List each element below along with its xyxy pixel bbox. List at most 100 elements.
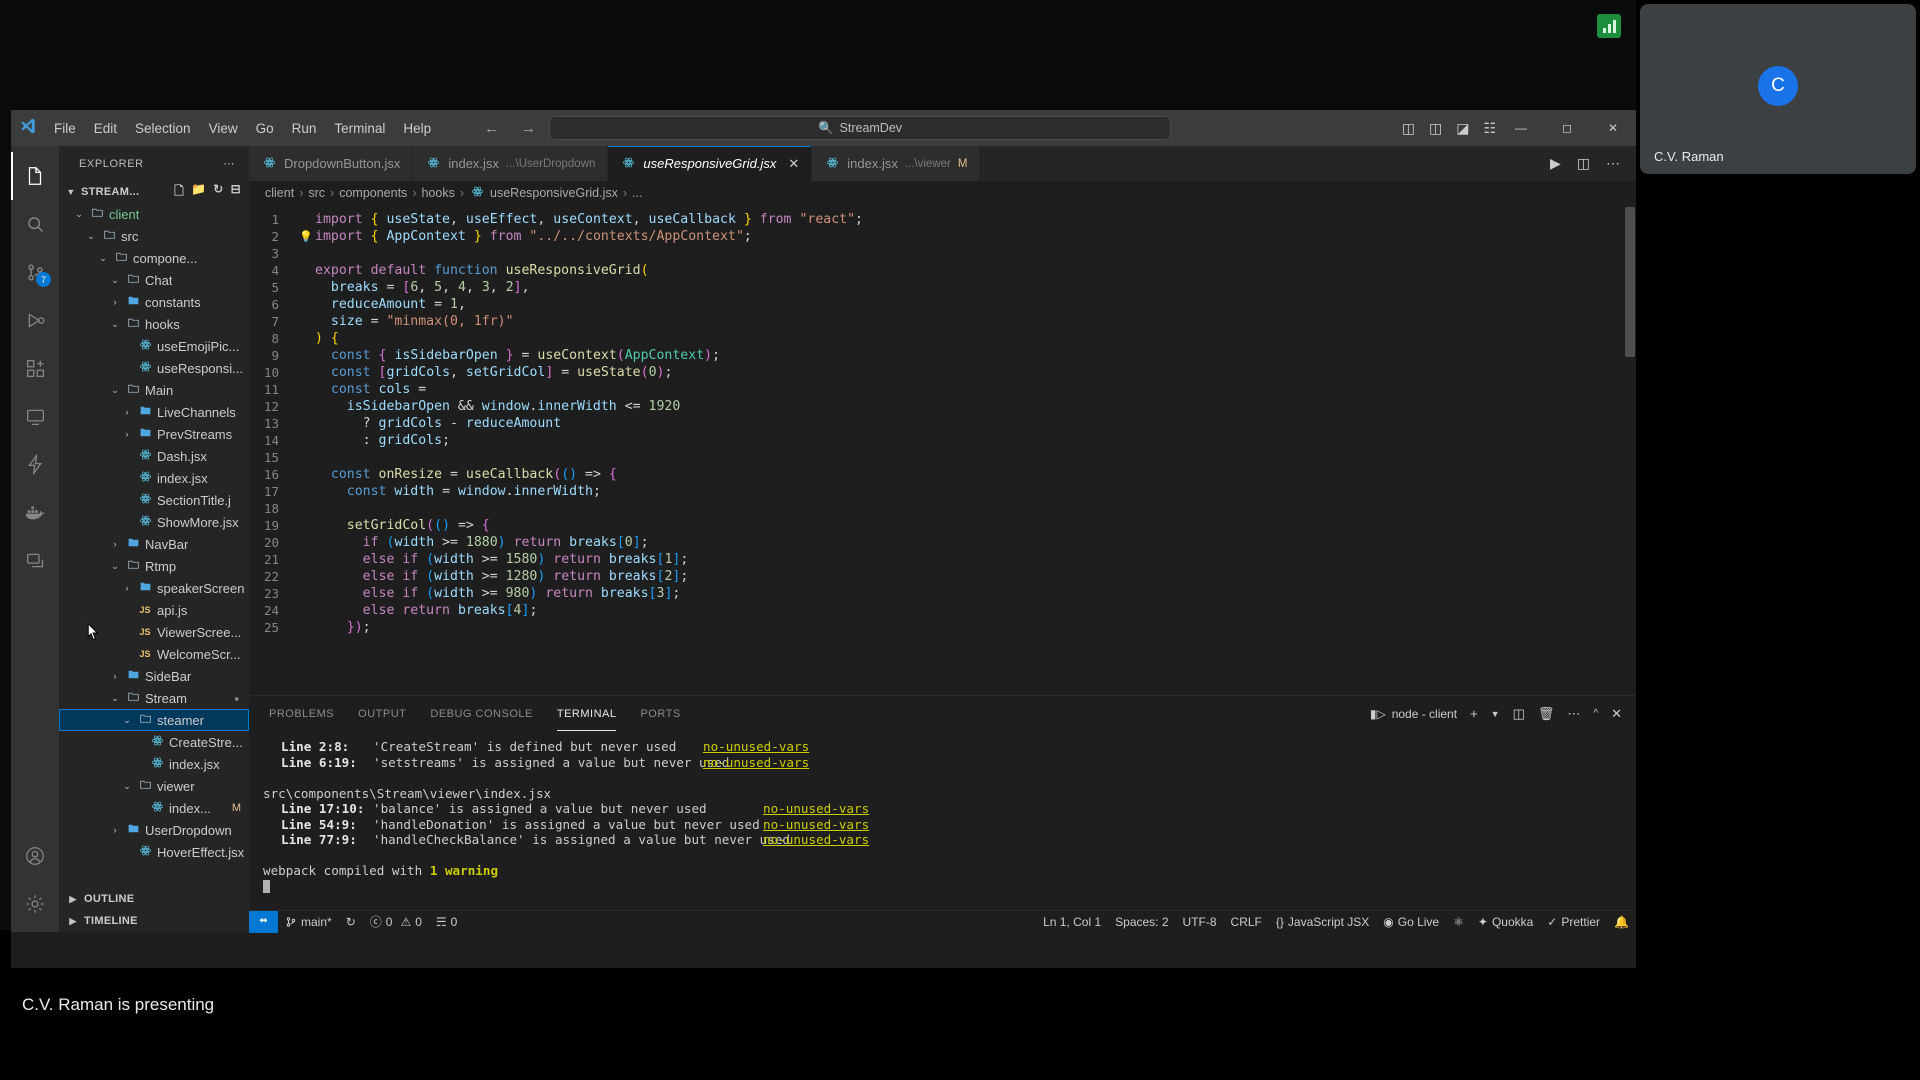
- toggle-secondary-sidebar-icon[interactable]: ◪: [1456, 120, 1469, 137]
- sidebar-item-live-share[interactable]: [11, 536, 59, 584]
- customize-layout-icon[interactable]: ☷: [1483, 120, 1496, 137]
- close-button[interactable]: ✕: [1590, 110, 1636, 146]
- arrow-left-icon[interactable]: ←: [484, 120, 499, 137]
- chevron-down-icon[interactable]: ▼: [1491, 709, 1500, 719]
- editor-position[interactable]: Ln 1, Col 1: [1036, 911, 1108, 933]
- split-editor-icon[interactable]: ◫: [1577, 155, 1590, 172]
- toggle-panel-icon[interactable]: ◫: [1429, 120, 1442, 137]
- sidebar-item-search[interactable]: [11, 200, 59, 248]
- tree-item-sectiontitle-j[interactable]: SectionTitle.j: [59, 489, 249, 511]
- encoding[interactable]: UTF-8: [1176, 911, 1224, 933]
- tree-item-index-[interactable]: index... M: [59, 797, 249, 819]
- menu-edit[interactable]: Edit: [85, 118, 126, 139]
- tree-item-viewer[interactable]: ⌄ viewer: [59, 775, 249, 797]
- minimize-button[interactable]: —: [1498, 110, 1544, 146]
- panel-tab-debug-console[interactable]: DEBUG CONSOLE: [430, 696, 532, 731]
- sidebar-item-thunder-client[interactable]: [11, 440, 59, 488]
- tab-close-icon[interactable]: ✕: [788, 156, 799, 172]
- tree-item-dash-jsx[interactable]: Dash.jsx: [59, 445, 249, 467]
- ports-indicator[interactable]: ☴ 0: [429, 911, 464, 933]
- tree-item-sidebar[interactable]: › SideBar: [59, 665, 249, 687]
- tree-item-useemojipic-[interactable]: useEmojiPic...: [59, 335, 249, 357]
- sidebar-item-remote-explorer[interactable]: [11, 392, 59, 440]
- ellipsis-icon[interactable]: ⋯: [223, 157, 235, 170]
- tree-item-src[interactable]: ⌄ src: [59, 225, 249, 247]
- tree-item-rtmp[interactable]: ⌄ Rtmp: [59, 555, 249, 577]
- panel-tab-output[interactable]: OUTPUT: [358, 696, 406, 731]
- tree-item-livechannels[interactable]: › LiveChannels: [59, 401, 249, 423]
- breadcrumb-item[interactable]: useResponsiveGrid.jsx: [490, 186, 618, 200]
- tree-item-compone-[interactable]: ⌄ compone...: [59, 247, 249, 269]
- tree-item-hooks[interactable]: ⌄ hooks: [59, 313, 249, 335]
- tree-item-hovereffect-jsx[interactable]: HoverEffect.jsx: [59, 841, 249, 863]
- wallaby-icon[interactable]: ⚛: [1446, 911, 1471, 933]
- tree-item-main[interactable]: ⌄ Main: [59, 379, 249, 401]
- editor-tab-useresponsivegrid-jsx[interactable]: useResponsiveGrid.jsx ✕: [608, 146, 813, 181]
- sidebar-item-source-control[interactable]: 7: [11, 248, 59, 296]
- arrow-right-icon[interactable]: →: [521, 120, 536, 137]
- panel-tab-terminal[interactable]: TERMINAL: [557, 696, 617, 731]
- tree-item-createstre-[interactable]: CreateStre...: [59, 731, 249, 753]
- language-mode[interactable]: {} JavaScript JSX: [1269, 911, 1376, 933]
- sidebar-item-extensions[interactable]: [11, 344, 59, 392]
- bell-icon[interactable]: 🔔: [1607, 911, 1636, 933]
- problem-rule[interactable]: no-unused-vars: [763, 801, 869, 816]
- tree-item-constants[interactable]: › constants: [59, 291, 249, 313]
- tree-item-prevstreams[interactable]: › PrevStreams: [59, 423, 249, 445]
- chevron-up-icon[interactable]: ^: [1593, 708, 1598, 719]
- section-outline[interactable]: ▶ OUTLINE: [59, 888, 249, 910]
- breadcrumb-item[interactable]: components: [339, 186, 407, 200]
- sidebar-item-run-and-debug[interactable]: [11, 296, 59, 344]
- quokka[interactable]: ✦ Quokka: [1471, 911, 1540, 933]
- problem-rule[interactable]: no-unused-vars: [703, 755, 809, 770]
- tree-item-userdropdown[interactable]: › UserDropdown: [59, 819, 249, 841]
- close-icon[interactable]: ✕: [1611, 706, 1622, 722]
- terminal-output[interactable]: Line 2:8: 'CreateStream' is defined but n…: [249, 731, 1636, 910]
- tree-item-chat[interactable]: ⌄ Chat: [59, 269, 249, 291]
- menu-go[interactable]: Go: [247, 118, 283, 139]
- scrollbar-thumb[interactable]: [1625, 207, 1635, 357]
- split-terminal-icon[interactable]: ◫: [1513, 706, 1525, 722]
- menu-selection[interactable]: Selection: [126, 118, 200, 139]
- prettier[interactable]: ✓ Prettier: [1540, 911, 1607, 933]
- branch-indicator[interactable]: main*: [278, 911, 339, 933]
- new-terminal-icon[interactable]: +: [1470, 706, 1478, 721]
- trash-icon[interactable]: 🗑: [1538, 706, 1555, 722]
- tree-item-welcomescr-[interactable]: JS WelcomeScr...: [59, 643, 249, 665]
- tree-item-viewerscree-[interactable]: JS ViewerScree...: [59, 621, 249, 643]
- breadcrumb-item[interactable]: src: [308, 186, 325, 200]
- tree-item-api-js[interactable]: JS api.js: [59, 599, 249, 621]
- menu-run[interactable]: Run: [283, 118, 326, 139]
- account-icon[interactable]: [11, 832, 59, 880]
- tree-item-stream[interactable]: ⌄ Stream ▪: [59, 687, 249, 709]
- tree-item-client[interactable]: ⌄ client: [59, 203, 249, 225]
- refresh-icon[interactable]: ↻: [213, 182, 223, 203]
- breadcrumb-item[interactable]: hooks: [421, 186, 454, 200]
- tree-item-index-jsx[interactable]: index.jsx: [59, 753, 249, 775]
- breadcrumb-item[interactable]: ...: [632, 186, 642, 200]
- maximize-button[interactable]: ◻: [1544, 110, 1590, 146]
- sync-icon[interactable]: ↻: [339, 911, 363, 933]
- breadcrumb-item[interactable]: client: [265, 186, 294, 200]
- tree-item-navbar[interactable]: › NavBar: [59, 533, 249, 555]
- new-folder-icon[interactable]: 📁: [191, 182, 206, 203]
- code-editor[interactable]: 1 import { useState, useEffect, useConte…: [249, 205, 1636, 695]
- tree-item-showmore-jsx[interactable]: ShowMore.jsx: [59, 511, 249, 533]
- section-timeline[interactable]: ▶ TIMELINE: [59, 910, 249, 932]
- tree-item-index-jsx[interactable]: index.jsx: [59, 467, 249, 489]
- new-file-icon[interactable]: 🗋: [174, 182, 184, 203]
- problems-indicator[interactable]: ⓒ 0 ⚠ 0: [363, 911, 429, 933]
- sidebar-item-docker[interactable]: [11, 488, 59, 536]
- participant-tile[interactable]: C C.V. Raman: [1640, 4, 1916, 174]
- editor-tab-index-jsx[interactable]: index.jsx ...\UserDropdown: [413, 146, 609, 181]
- gear-icon[interactable]: [11, 880, 59, 928]
- problem-rule[interactable]: no-unused-vars: [763, 832, 869, 847]
- project-section-header[interactable]: ▼ STREAM... 🗋 📁 ↻ ⊟: [59, 181, 249, 203]
- command-center[interactable]: 🔍 StreamDev: [549, 116, 1171, 140]
- indentation[interactable]: Spaces: 2: [1108, 911, 1175, 933]
- problem-rule[interactable]: no-unused-vars: [763, 817, 869, 832]
- more-actions-icon[interactable]: ⋯: [1606, 155, 1620, 172]
- toggle-primary-sidebar-icon[interactable]: ◫: [1402, 120, 1415, 137]
- panel-tab-problems[interactable]: PROBLEMS: [269, 696, 334, 731]
- more-actions-icon[interactable]: ⋯: [1567, 706, 1580, 722]
